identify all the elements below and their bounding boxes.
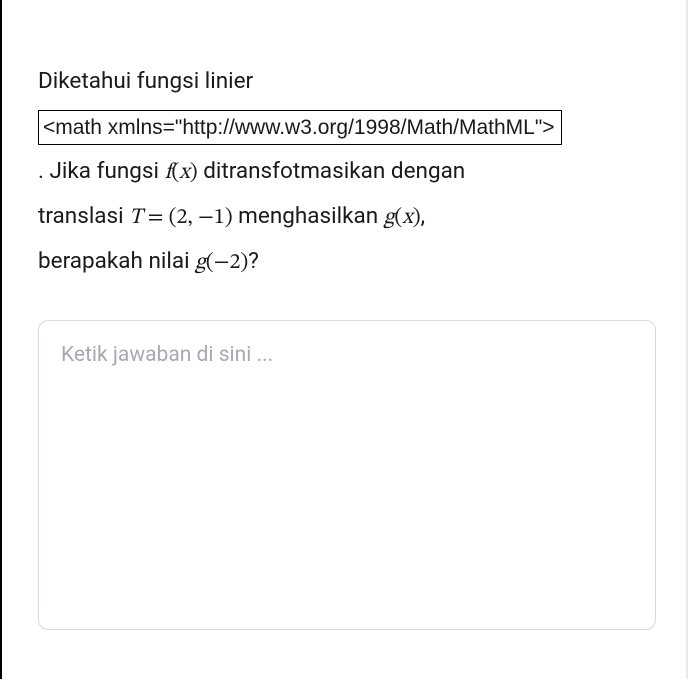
text-part-g: ? [248, 248, 259, 274]
right-divider [686, 0, 688, 679]
question-container: Diketahui fungsi linier <math xmlns="htt… [0, 0, 700, 679]
text-part-f: berapakah nilai [38, 248, 195, 274]
math-T: T = (2, −1) [129, 207, 232, 229]
question-text: Diketahui fungsi linier <math xmlns="htt… [38, 60, 700, 284]
question-line-1: Diketahui fungsi linier [38, 60, 700, 104]
math-gminus2: g(−2) [195, 252, 248, 274]
text-part-d: menghasilkan [233, 203, 384, 229]
question-line-4: translasi T = (2, −1) menghasilkan g(x), [38, 195, 700, 240]
math-gx: g(x) [384, 207, 421, 229]
text-part-c: translasi [38, 203, 129, 229]
question-line-5: berapakah nilai g(−2)? [38, 240, 700, 285]
text-part-a: . Jika fungsi [38, 158, 165, 184]
question-line-3: . Jika fungsi f(x) ditransfotmasikan den… [38, 150, 700, 195]
mathml-raw-box: <math xmlns="http://www.w3.org/1998/Math… [38, 110, 562, 145]
math-fx: f(x) [165, 162, 198, 184]
answer-input[interactable] [61, 343, 633, 603]
answer-box[interactable] [38, 320, 656, 630]
text-part-e: , [421, 203, 425, 229]
text-part-b: ditransfotmasikan dengan [198, 158, 466, 184]
